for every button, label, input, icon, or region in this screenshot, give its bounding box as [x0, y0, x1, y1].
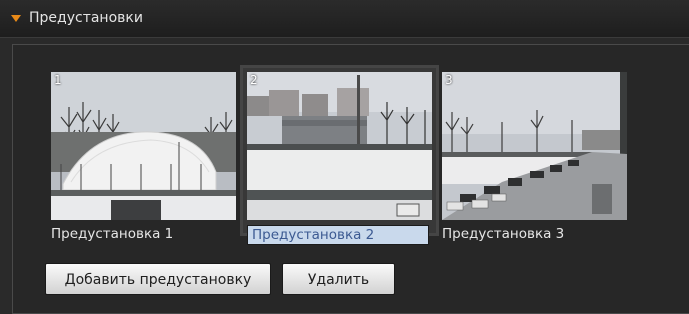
field-snapshot-image: [247, 72, 432, 220]
add-preset-button[interactable]: Добавить предустановку: [45, 263, 271, 295]
preset-3-thumbnail[interactable]: 3: [442, 72, 627, 220]
section-title: Предустановки: [29, 10, 143, 26]
preset-3[interactable]: 3 Предустановка 3: [442, 72, 627, 242]
triangle-down-icon[interactable]: [11, 15, 21, 22]
preset-number: 1: [54, 73, 62, 87]
stadium-snapshot-image: [51, 72, 236, 220]
presets-section-header[interactable]: Предустановки: [0, 0, 689, 38]
preset-2-thumbnail[interactable]: 2: [247, 72, 432, 220]
preset-2[interactable]: 2 Предустановка 2: [240, 65, 439, 245]
preset-1-label[interactable]: Предустановка 1: [51, 226, 236, 242]
preset-number: 2: [250, 73, 258, 87]
parking-snapshot-image: [442, 72, 627, 220]
preset-1[interactable]: 1 Предустановка 1: [51, 72, 236, 242]
preset-2-label[interactable]: Предустановка 2: [247, 225, 429, 245]
preset-number: 3: [445, 73, 453, 87]
delete-preset-button[interactable]: Удалить: [282, 263, 395, 295]
preset-1-thumbnail[interactable]: 1: [51, 72, 236, 220]
preset-3-label[interactable]: Предустановка 3: [442, 226, 627, 242]
